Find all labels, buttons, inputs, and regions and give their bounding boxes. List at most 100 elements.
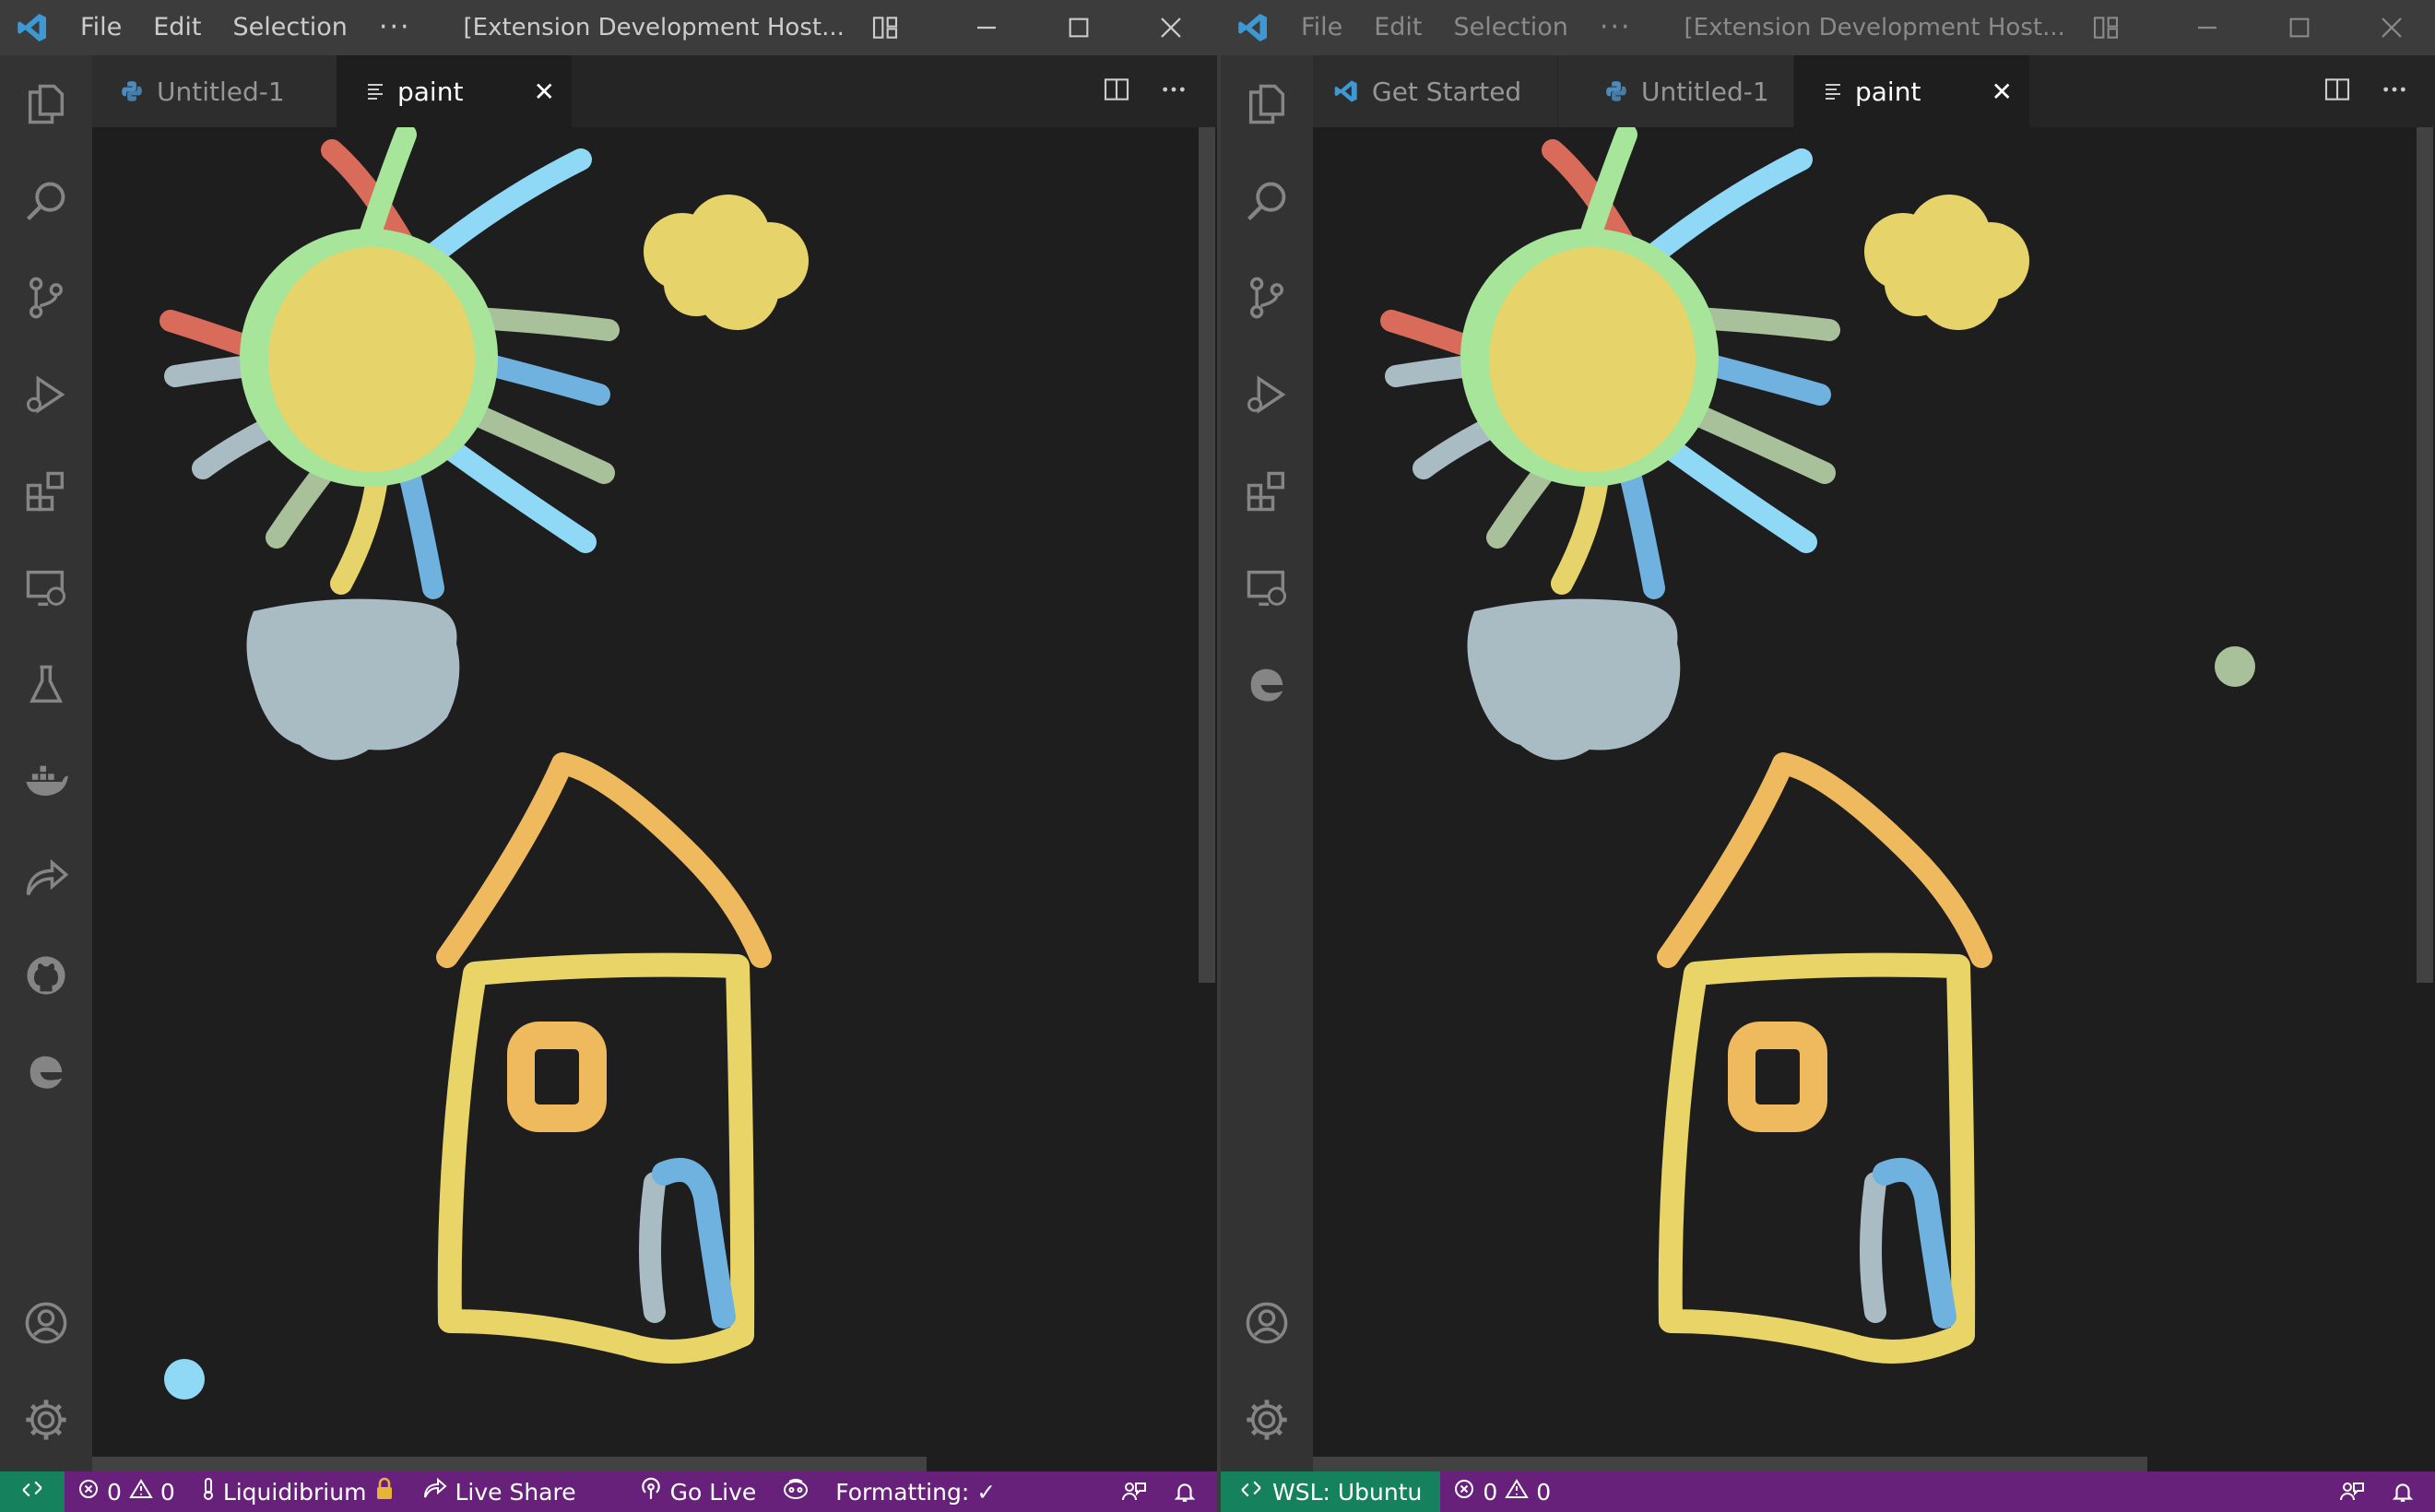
github-icon[interactable]: [0, 934, 92, 1017]
notifications-bell-icon[interactable]: [1160, 1480, 1217, 1504]
horizontal-scrollbar[interactable]: [1313, 1457, 2147, 1471]
menu-edit[interactable]: Edit: [1358, 0, 1437, 55]
window-title: [Extension Development Host...: [1684, 14, 2065, 41]
formatting-status[interactable]: Formatting: ✓: [822, 1479, 1009, 1506]
python-icon: [1604, 79, 1628, 103]
liquidibrium-status[interactable]: Liquidibrium: [188, 1477, 409, 1506]
menu-file[interactable]: File: [1285, 0, 1358, 55]
formatting-label: Formatting: ✓: [835, 1478, 997, 1506]
tab-untitled-1[interactable]: Untitled-1: [92, 55, 337, 127]
extensions-icon[interactable]: [1221, 450, 1313, 533]
remote-indicator[interactable]: WSL: Ubuntu: [1221, 1471, 1441, 1512]
search-icon[interactable]: [0, 159, 92, 242]
text-file-icon: [366, 81, 384, 101]
testing-icon[interactable]: [0, 644, 92, 726]
split-editor-icon[interactable]: [1102, 75, 1131, 108]
right-vscode-window: File Edit Selection ··· [Extension Devel…: [1221, 0, 2435, 1512]
notifications-bell-icon[interactable]: [2378, 1480, 2435, 1504]
accounts-icon[interactable]: [1221, 1282, 1313, 1364]
horizontal-scrollbar[interactable]: [92, 1457, 927, 1471]
remote-label: WSL: Ubuntu: [1272, 1478, 1423, 1506]
maximize-icon[interactable]: [2272, 0, 2327, 55]
source-control-icon[interactable]: [0, 256, 92, 339]
settings-gear-icon[interactable]: [1221, 1378, 1313, 1461]
more-actions-icon[interactable]: [2380, 75, 2409, 108]
close-window-icon[interactable]: [2364, 0, 2419, 55]
close-tab-icon[interactable]: ✕: [534, 55, 555, 127]
warning-count: 0: [160, 1478, 175, 1506]
tab-untitled-1[interactable]: Untitled-1: [1558, 55, 1793, 127]
minimize-icon[interactable]: [2180, 0, 2235, 55]
paint-canvas[interactable]: [92, 127, 1217, 1471]
warning-count: 0: [1536, 1478, 1552, 1506]
menu-more[interactable]: ···: [363, 0, 427, 55]
python-icon: [120, 79, 144, 103]
tab-label: paint: [1855, 76, 1921, 107]
close-window-icon[interactable]: [1143, 0, 1199, 55]
source-control-icon[interactable]: [1221, 256, 1313, 339]
feedback-icon[interactable]: [1108, 1480, 1160, 1504]
thermometer-icon: [201, 1477, 216, 1506]
live-share-status[interactable]: Live Share: [408, 1477, 588, 1506]
go-live-status[interactable]: Go Live: [626, 1477, 770, 1506]
run-debug-icon[interactable]: [1221, 353, 1313, 436]
painting[interactable]: [1313, 127, 2435, 1471]
extensions-icon[interactable]: [0, 450, 92, 533]
remote-explorer-icon[interactable]: [0, 547, 92, 630]
problems-status[interactable]: 0 0: [65, 1478, 188, 1506]
menu-edit[interactable]: Edit: [137, 0, 217, 55]
vertical-scrollbar[interactable]: [2417, 127, 2433, 983]
accounts-icon[interactable]: [0, 1282, 92, 1364]
copilot-status[interactable]: [769, 1477, 822, 1506]
menu-selection[interactable]: Selection: [217, 0, 362, 55]
live-share-icon: [421, 1477, 447, 1506]
tab-label: Untitled-1: [1641, 76, 1769, 107]
activity-bar: [1221, 55, 1313, 1471]
tab-bar: Untitled-1 paint ✕: [92, 55, 1217, 127]
maximize-icon[interactable]: [1051, 0, 1106, 55]
menu-file[interactable]: File: [65, 0, 137, 55]
paint-cursor-dot: [164, 1359, 205, 1400]
broadcast-icon: [639, 1477, 663, 1506]
minimize-icon[interactable]: [959, 0, 1014, 55]
close-tab-icon[interactable]: ✕: [1992, 55, 2013, 127]
liquidibrium-label: Liquidibrium: [222, 1478, 367, 1506]
menu-selection[interactable]: Selection: [1437, 0, 1583, 55]
explorer-icon[interactable]: [1221, 63, 1313, 146]
settings-gear-icon[interactable]: [0, 1378, 92, 1461]
status-bar: WSL: Ubuntu 0 0: [1221, 1471, 2435, 1512]
live-share-icon[interactable]: [0, 837, 92, 920]
window-title: [Extension Development Host...: [463, 14, 845, 41]
problems-status[interactable]: 0 0: [1440, 1478, 1564, 1506]
status-right: [1108, 1471, 1217, 1512]
tab-get-started[interactable]: Get Started: [1313, 55, 1557, 127]
painting[interactable]: [92, 127, 1217, 1471]
run-debug-icon[interactable]: [0, 353, 92, 436]
tab-paint[interactable]: paint ✕: [337, 55, 572, 127]
error-count: 0: [107, 1478, 122, 1506]
copilot-icon: [782, 1477, 810, 1506]
feedback-icon[interactable]: [2326, 1480, 2378, 1504]
left-vscode-window: File Edit Selection ··· [Extension Devel…: [0, 0, 1217, 1512]
explorer-icon[interactable]: [0, 63, 92, 146]
edge-icon[interactable]: [1221, 644, 1313, 726]
search-icon[interactable]: [1221, 159, 1313, 242]
paint-canvas[interactable]: [1313, 127, 2435, 1471]
vertical-scrollbar[interactable]: [1199, 127, 1215, 983]
docker-icon[interactable]: [0, 740, 92, 823]
lock-icon: [373, 1477, 396, 1506]
menu-more[interactable]: ···: [1584, 0, 1648, 55]
edge-icon[interactable]: [0, 1031, 92, 1114]
title-bar: File Edit Selection ··· [Extension Devel…: [0, 0, 1217, 55]
customize-layout-icon[interactable]: [857, 0, 913, 55]
tab-label: paint: [397, 76, 464, 107]
editor-actions: [2323, 55, 2409, 127]
remote-explorer-icon[interactable]: [1221, 547, 1313, 630]
customize-layout-icon[interactable]: [2078, 0, 2134, 55]
more-actions-icon[interactable]: [1159, 75, 1188, 108]
remote-indicator[interactable]: [0, 1471, 65, 1512]
vscode-icon: [1333, 78, 1359, 104]
tab-paint[interactable]: paint ✕: [1794, 55, 2029, 127]
split-editor-icon[interactable]: [2323, 75, 2352, 108]
error-icon: [77, 1478, 100, 1506]
